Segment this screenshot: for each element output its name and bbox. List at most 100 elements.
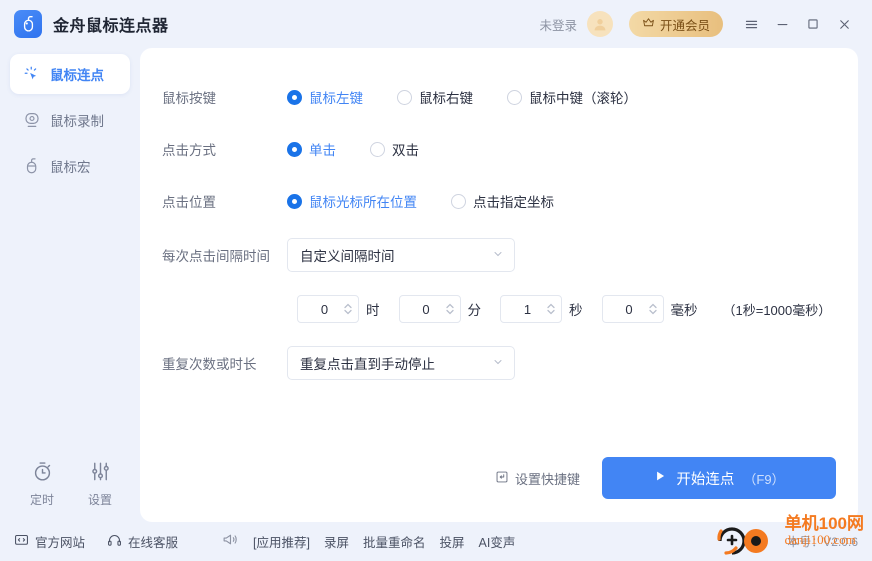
window-controls xyxy=(737,10,858,38)
version-label: 本号：V2.0.6 xyxy=(787,535,858,549)
settings-tool-button[interactable]: 设置 xyxy=(74,460,126,508)
chevron-down-icon xyxy=(492,248,504,263)
sidebar-item-label: 鼠标宏 xyxy=(50,160,91,175)
close-icon[interactable] xyxy=(830,10,858,38)
stepper-arrows-icon[interactable] xyxy=(546,302,556,316)
radio-label: 鼠标光标所在位置 xyxy=(309,195,417,210)
millis-unit: 毫秒 xyxy=(670,303,698,318)
radio-label: 鼠标左键 xyxy=(309,91,363,106)
promo-links: [应用推荐] 录屏 批量重命名 投屏 AI变声 xyxy=(222,531,515,553)
official-website-link[interactable]: 官方网站 xyxy=(14,532,85,551)
user-avatar-icon[interactable] xyxy=(586,11,613,37)
main-panel: 鼠标按键 鼠标左键 鼠标右键 鼠标中键（滚轮） 点击方式 单击 双击 点击位置 … xyxy=(140,48,858,522)
sidebar-tools: 定时 设置 xyxy=(10,460,130,522)
start-clicking-button[interactable]: 开始连点 （F9） xyxy=(602,457,836,499)
official-website-label: 官方网站 xyxy=(35,536,86,550)
radio-label: 鼠标中键（滚轮） xyxy=(529,91,637,106)
promo-link-screen-record[interactable]: 录屏 xyxy=(324,532,349,551)
radio-left-button[interactable]: 鼠标左键 xyxy=(287,87,363,107)
hours-stepper[interactable]: 0 xyxy=(297,295,359,323)
seconds-stepper[interactable]: 1 xyxy=(500,295,562,323)
hours-group: 0 时 xyxy=(297,295,393,323)
millis-stepper[interactable]: 0 xyxy=(601,295,664,323)
form-row-time-spinners: 0 时 0 分 1 秒 0 毫秒 （1秒=1000毫秒） xyxy=(162,294,858,324)
login-status-text[interactable]: 未登录 xyxy=(539,15,577,34)
seconds-group: 1 秒 xyxy=(500,295,596,323)
title-bar: 金舟鼠标连点器 未登录 开通会员 xyxy=(0,0,872,48)
radio-dot-icon xyxy=(287,141,302,157)
promo-link-batch-rename[interactable]: 批量重命名 xyxy=(363,532,426,551)
sidebar-item-label: 鼠标录制 xyxy=(50,114,104,129)
headset-icon xyxy=(107,533,122,551)
mouse-logo-icon xyxy=(14,10,42,38)
form-row-interval: 每次点击间隔时间 自定义间隔时间 xyxy=(162,238,858,272)
repeat-select-value: 重复点击直到手动停止 xyxy=(300,357,435,372)
settings-form: 鼠标按键 鼠标左键 鼠标右键 鼠标中键（滚轮） 点击方式 单击 双击 点击位置 … xyxy=(140,48,858,448)
sidebar-item-macro[interactable]: 鼠标宏 xyxy=(10,146,130,186)
minimize-icon[interactable] xyxy=(768,10,796,38)
radio-label: 单击 xyxy=(309,143,336,158)
promo-link-recommend[interactable]: [应用推荐] xyxy=(253,532,310,551)
radio-label: 点击指定坐标 xyxy=(473,195,554,210)
stepper-arrows-icon[interactable] xyxy=(648,302,658,316)
radio-specified-coords[interactable]: 点击指定坐标 xyxy=(451,191,554,211)
set-shortcut-button[interactable]: 设置快捷键 xyxy=(495,469,580,488)
hours-value: 0 xyxy=(320,301,329,317)
radio-single-click[interactable]: 单击 xyxy=(287,139,336,159)
repeat-select[interactable]: 重复点击直到手动停止 xyxy=(287,346,515,380)
radio-label: 双击 xyxy=(392,143,419,158)
timer-tool-label: 定时 xyxy=(29,493,54,507)
sidebar-item-auto-clicker[interactable]: 鼠标连点 xyxy=(10,54,130,94)
radio-double-click[interactable]: 双击 xyxy=(370,139,419,159)
maximize-icon[interactable] xyxy=(799,10,827,38)
radio-right-button[interactable]: 鼠标右键 xyxy=(397,87,473,107)
start-hotkey-label: （F9） xyxy=(743,471,785,487)
mouse-macro-icon xyxy=(22,157,41,176)
radio-dot-icon xyxy=(397,89,412,105)
seconds-value: 1 xyxy=(523,301,532,317)
online-support-label: 在线客服 xyxy=(128,536,179,550)
crown-icon xyxy=(642,16,655,32)
stopwatch-icon xyxy=(31,460,54,486)
form-row-mouse-button: 鼠标按键 鼠标左键 鼠标右键 鼠标中键（滚轮） xyxy=(162,82,858,112)
danji100-logo-icon xyxy=(714,519,776,560)
promo-link-screen-cast[interactable]: 投屏 xyxy=(440,532,465,551)
row-label: 点击位置 xyxy=(162,195,216,210)
sliders-settings-icon xyxy=(89,460,112,486)
stepper-arrows-icon[interactable] xyxy=(343,302,353,316)
card-footer: 设置快捷键 开始连点 （F9） xyxy=(140,448,858,522)
online-support-link[interactable]: 在线客服 xyxy=(107,532,178,551)
megaphone-icon xyxy=(222,531,239,553)
timer-tool-button[interactable]: 定时 xyxy=(16,460,68,508)
settings-tool-label: 设置 xyxy=(87,493,112,507)
millis-hint: （1秒=1000毫秒） xyxy=(722,302,832,318)
body-container: 鼠标连点 鼠标录制 鼠标宏 定时 设置 鼠标按键 鼠标左键 鼠标右键 鼠标中键（… xyxy=(0,48,872,522)
hamburger-menu-icon[interactable] xyxy=(737,10,765,38)
app-window: 金舟鼠标连点器 未登录 开通会员 鼠标连点 鼠标录制 鼠标宏 定时 设置 鼠标按… xyxy=(0,0,872,561)
app-title: 金舟鼠标连点器 xyxy=(53,18,169,35)
millis-value: 0 xyxy=(625,301,633,317)
start-label: 开始连点 xyxy=(676,471,735,488)
promo-link-ai-voice[interactable]: AI变声 xyxy=(479,532,516,551)
chevron-down-icon xyxy=(492,356,504,371)
play-triangle-icon xyxy=(653,469,667,487)
radio-middle-button[interactable]: 鼠标中键（滚轮） xyxy=(507,87,637,107)
vip-upgrade-button[interactable]: 开通会员 xyxy=(628,11,723,37)
radio-cursor-position[interactable]: 鼠标光标所在位置 xyxy=(287,191,417,211)
radio-dot-icon xyxy=(507,89,522,105)
sidebar-item-recorder[interactable]: 鼠标录制 xyxy=(10,100,130,140)
interval-select-value: 自定义间隔时间 xyxy=(300,249,395,264)
minutes-unit: 分 xyxy=(467,303,482,318)
radio-label: 鼠标右键 xyxy=(419,91,473,106)
minutes-stepper[interactable]: 0 xyxy=(398,295,461,323)
interval-select[interactable]: 自定义间隔时间 xyxy=(287,238,515,272)
set-shortcut-label: 设置快捷键 xyxy=(514,471,580,487)
row-label: 点击方式 xyxy=(162,143,216,158)
millis-group: 0 毫秒 xyxy=(601,295,711,323)
hours-unit: 时 xyxy=(366,303,380,318)
keyboard-shortcut-icon xyxy=(495,470,509,487)
monitor-code-icon xyxy=(14,533,29,551)
sidebar: 鼠标连点 鼠标录制 鼠标宏 定时 设置 xyxy=(0,48,140,522)
click-cursor-icon xyxy=(22,65,41,84)
stepper-arrows-icon[interactable] xyxy=(445,302,455,316)
